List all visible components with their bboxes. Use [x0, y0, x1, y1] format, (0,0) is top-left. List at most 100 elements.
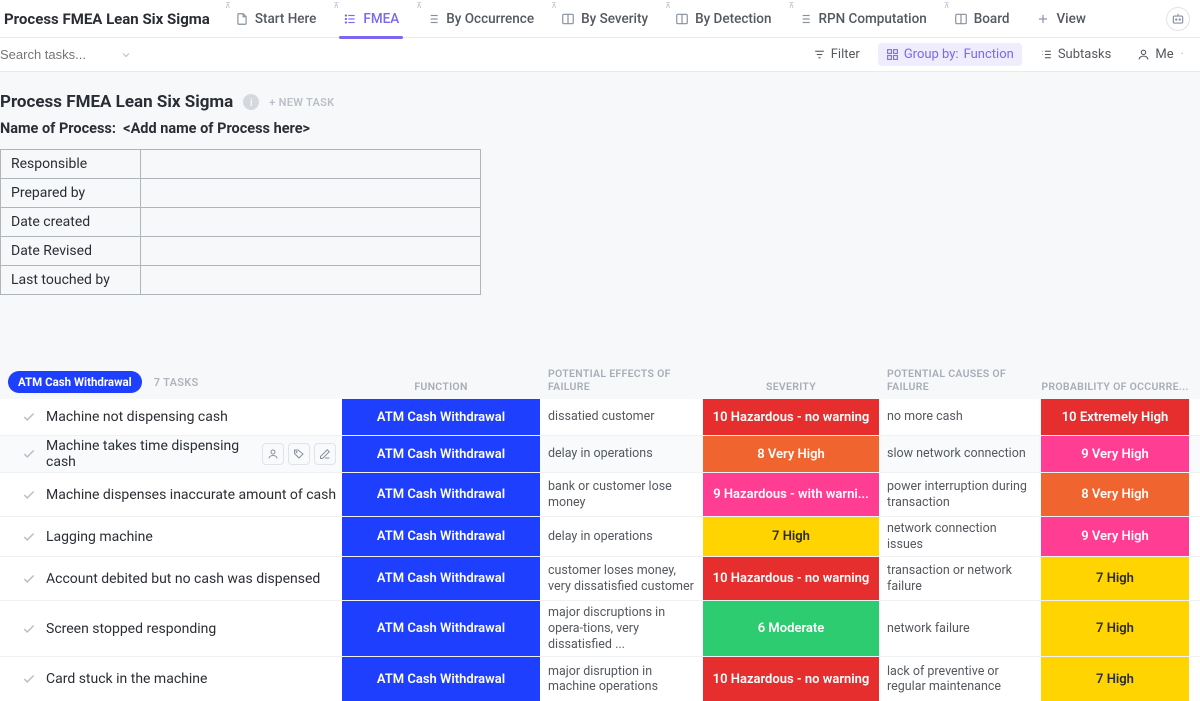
list-icon: [343, 12, 357, 26]
severity-cell[interactable]: 8 Very High: [703, 436, 879, 472]
tab-board[interactable]: ⊼Board: [941, 0, 1022, 38]
meta-key: Responsible: [1, 150, 141, 179]
chevron-down-icon[interactable]: [120, 49, 132, 61]
task-name-cell[interactable]: Machine takes time dispensing cash: [0, 436, 342, 472]
function-cell[interactable]: ATM Cash Withdrawal: [342, 601, 540, 656]
probability-cell[interactable]: 10 Extremely High: [1041, 399, 1189, 435]
pin-icon: ⊼: [788, 1, 794, 10]
function-cell[interactable]: ATM Cash Withdrawal: [342, 436, 540, 472]
tab-view[interactable]: View: [1023, 0, 1097, 38]
meta-value: [141, 266, 481, 295]
causes-cell[interactable]: lack of preventive or regular maintenanc…: [879, 657, 1041, 701]
function-cell[interactable]: ATM Cash Withdrawal: [342, 399, 540, 435]
task-row[interactable]: Machine dispenses inaccurate amount of c…: [0, 473, 1200, 517]
causes-cell[interactable]: transaction or network failure: [879, 557, 1041, 600]
pin-icon: ⊼: [225, 1, 231, 10]
tab-by-severity[interactable]: ⊼By Severity: [548, 0, 660, 38]
edit-icon[interactable]: [314, 443, 336, 465]
effects-cell[interactable]: dissatied customer: [540, 399, 703, 435]
severity-cell[interactable]: 9 Hazardous - with warni...: [703, 473, 879, 516]
probability-cell[interactable]: 9 Very High: [1041, 517, 1189, 556]
content-header: Process FMEA Lean Six Sigma i + NEW TASK…: [0, 72, 1200, 309]
causes-cell[interactable]: no more cash: [879, 399, 1041, 435]
probability-cell[interactable]: 9 Very High: [1041, 436, 1189, 472]
tag-icon[interactable]: [288, 443, 310, 465]
effects-cell[interactable]: delay in operations: [540, 436, 703, 472]
me-button[interactable]: Me ·: [1129, 43, 1192, 66]
tab-fmea[interactable]: ⊼FMEA: [330, 0, 411, 38]
probability-cell[interactable]: 7 High: [1041, 601, 1189, 656]
tab-by-detection[interactable]: ⊼By Detection: [662, 0, 783, 38]
severity-cell[interactable]: 7 High: [703, 517, 879, 556]
effects-cell[interactable]: bank or customer lose money: [540, 473, 703, 516]
assign-icon[interactable]: [262, 443, 284, 465]
column-header-probability[interactable]: PROBABILITY OF OCCURRE...: [1041, 380, 1189, 393]
causes-cell[interactable]: power interruption during transaction: [879, 473, 1041, 516]
check-icon[interactable]: [22, 672, 36, 686]
check-icon[interactable]: [22, 530, 36, 544]
task-name-cell[interactable]: Machine not dispensing cash: [0, 399, 342, 435]
task-row[interactable]: Account debited but no cash was dispense…: [0, 557, 1200, 601]
process-name-value: <Add name of Process here>: [123, 120, 310, 137]
tab-label: FMEA: [363, 11, 399, 27]
effects-cell[interactable]: major disruption in machine operations: [540, 657, 703, 701]
task-row[interactable]: Lagging machine ATM Cash Withdrawaldelay …: [0, 517, 1200, 557]
severity-cell[interactable]: 10 Hazardous - no warning: [703, 557, 879, 600]
severity-cell[interactable]: 10 Hazardous - no warning: [703, 657, 879, 701]
search-input[interactable]: [0, 47, 110, 62]
check-icon[interactable]: [22, 447, 36, 461]
tab-start-here[interactable]: ⊼Start Here: [222, 0, 329, 38]
effects-cell[interactable]: delay in operations: [540, 517, 703, 556]
severity-cell[interactable]: 10 Hazardous - no warning: [703, 399, 879, 435]
function-cell[interactable]: ATM Cash Withdrawal: [342, 517, 540, 556]
check-icon[interactable]: [22, 410, 36, 424]
probability-cell[interactable]: 8 Very High: [1041, 473, 1189, 516]
function-cell[interactable]: ATM Cash Withdrawal: [342, 657, 540, 701]
task-name-cell[interactable]: Account debited but no cash was dispense…: [0, 557, 342, 600]
task-name-cell[interactable]: Screen stopped responding: [0, 601, 342, 656]
probability-cell[interactable]: 7 High: [1041, 657, 1189, 701]
task-name: Lagging machine: [46, 529, 153, 545]
check-icon[interactable]: [22, 622, 36, 636]
column-header-effects[interactable]: POTENTIAL EFFECTS OF FAILURE: [540, 367, 703, 393]
pin-icon: ⊼: [944, 1, 950, 10]
subtasks-button[interactable]: Subtasks: [1032, 43, 1120, 66]
list2-icon: [798, 12, 812, 26]
effects-cell[interactable]: customer loses money, very dissatisfied …: [540, 557, 703, 600]
doc-icon: [235, 12, 249, 26]
task-row[interactable]: Machine takes time dispensing cashATM Ca…: [0, 436, 1200, 473]
function-cell[interactable]: ATM Cash Withdrawal: [342, 557, 540, 600]
check-icon[interactable]: [22, 572, 36, 586]
meta-key: Prepared by: [1, 179, 141, 208]
group-chip[interactable]: ATM Cash Withdrawal: [8, 371, 142, 393]
column-header-severity[interactable]: SEVERITY: [703, 380, 879, 393]
column-header-function[interactable]: FUNCTION: [342, 380, 540, 393]
meta-key: Date created: [1, 208, 141, 237]
causes-cell[interactable]: slow network connection: [879, 436, 1041, 472]
process-name-label: Name of Process:: [0, 120, 116, 137]
filter-button[interactable]: Filter: [805, 43, 868, 66]
check-icon[interactable]: [22, 488, 36, 502]
function-cell[interactable]: ATM Cash Withdrawal: [342, 473, 540, 516]
causes-cell[interactable]: network connection issues: [879, 517, 1041, 556]
task-name: Machine dispenses inaccurate amount of c…: [46, 487, 336, 503]
group-by-button[interactable]: Group by: Function: [878, 43, 1022, 66]
new-task-button[interactable]: + NEW TASK: [269, 96, 334, 109]
task-row[interactable]: Card stuck in the machineATM Cash Withdr…: [0, 657, 1200, 701]
task-name-cell[interactable]: Lagging machine: [0, 517, 342, 556]
task-name-cell[interactable]: Card stuck in the machine: [0, 657, 342, 701]
row-actions: [262, 443, 336, 465]
causes-cell[interactable]: network failure: [879, 601, 1041, 656]
effects-cell[interactable]: major discruptions in opera-tions, very …: [540, 601, 703, 656]
tab-rpn-computation[interactable]: ⊼RPN Computation: [785, 0, 938, 38]
tab-by-occurrence[interactable]: ⊼By Occurrence: [413, 0, 546, 38]
task-name-cell[interactable]: Machine dispenses inaccurate amount of c…: [0, 473, 342, 516]
info-icon[interactable]: i: [243, 94, 259, 110]
column-header-causes[interactable]: POTENTIAL CAUSES OF FAILURE: [879, 367, 1041, 393]
probability-cell[interactable]: 7 High: [1041, 557, 1189, 600]
task-row[interactable]: Screen stopped responding ATM Cash Withdr…: [0, 601, 1200, 657]
severity-cell[interactable]: 6 Moderate: [703, 601, 879, 656]
task-row[interactable]: Machine not dispensing cashATM Cash With…: [0, 399, 1200, 436]
task-name: Screen stopped responding: [46, 621, 216, 637]
automation-button[interactable]: [1166, 7, 1190, 31]
